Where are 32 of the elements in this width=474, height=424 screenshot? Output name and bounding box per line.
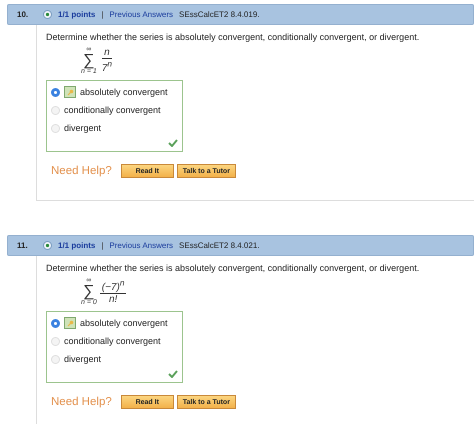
radio-button[interactable] — [51, 88, 60, 96]
key-icon — [64, 86, 76, 98]
denominator: 7$^{n}$ — [100, 58, 113, 74]
separator-text: | — [101, 241, 104, 250]
problem-code: SEssCalcET2 8.4.019. — [179, 10, 260, 19]
radio-button[interactable] — [51, 318, 60, 328]
key-icon — [64, 317, 76, 329]
question-text: Determine whether the series is absolutely convergent, conditionally convergent, or divergent. — [46, 263, 420, 273]
separator-text: | — [101, 10, 104, 19]
numerator: (−7)$^{n}$ — [100, 278, 126, 294]
plus-circle-icon — [43, 10, 52, 19]
sigma-symbol-icon: ∑ — [83, 284, 95, 299]
points-text: 1/1 points — [58, 241, 96, 250]
previous-answers-link[interactable]: Previous Answers — [109, 241, 174, 250]
problem-code: SEssCalcET2 8.4.021. — [179, 241, 260, 250]
option-label: absolutely convergent — [80, 318, 168, 328]
question-text: Determine whether the series is absolutely convergent, conditionally convergent, or divergent. — [46, 32, 420, 42]
option-label: conditionally convergent — [64, 105, 161, 115]
sigma-symbol-icon: ∑ — [83, 53, 95, 68]
option-label: conditionally convergent — [64, 336, 161, 346]
option-label: divergent — [64, 354, 102, 364]
plus-circle-icon — [43, 241, 52, 250]
points-text: 1/1 points — [58, 10, 96, 19]
question-number: 10. — [17, 10, 30, 19]
denominator: n! — [108, 294, 118, 306]
option-label: absolutely convergent — [80, 87, 168, 97]
numerator: n — [102, 46, 112, 59]
need-help-label: Need Help? — [51, 165, 112, 177]
question-number: 11. — [17, 241, 29, 250]
need-help-label: Need Help? — [51, 396, 112, 408]
option-label: divergent — [64, 123, 102, 133]
previous-answers-link[interactable]: Previous Answers — [109, 10, 174, 19]
